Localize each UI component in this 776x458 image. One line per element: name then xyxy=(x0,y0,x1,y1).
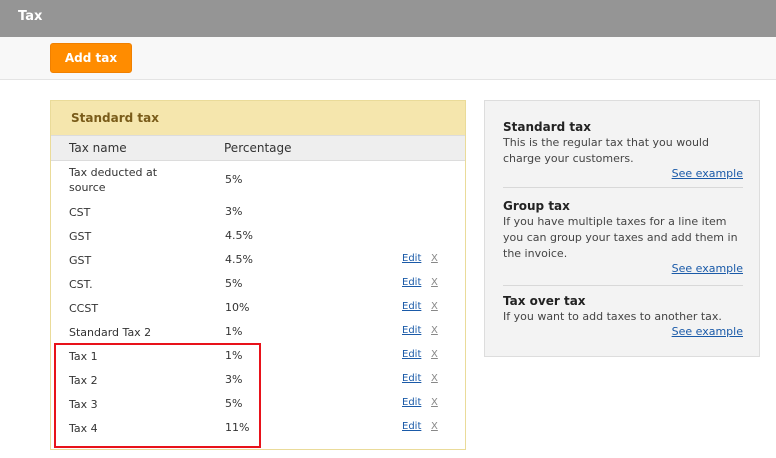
tax-name-cell: Tax 1 xyxy=(69,350,98,363)
tax-percentage-cell: 5% xyxy=(225,173,243,186)
tax-percentage-cell: 5% xyxy=(225,397,243,410)
standard-tax-panel: Standard tax Tax name Percentage Tax ded… xyxy=(50,100,466,450)
delete-tax-link[interactable]: X xyxy=(431,325,438,336)
see-example-link[interactable]: See example xyxy=(672,262,743,275)
tax-percentage-cell: 10% xyxy=(225,301,250,314)
info-block-title: Standard tax xyxy=(503,120,591,134)
page-title: Tax xyxy=(18,9,43,24)
tax-info-panel: Standard tax This is the regular tax tha… xyxy=(484,100,760,357)
divider xyxy=(503,285,743,286)
title-bar: Tax xyxy=(0,0,776,37)
delete-tax-link[interactable]: X xyxy=(431,253,438,264)
delete-tax-link[interactable]: X xyxy=(431,397,438,408)
edit-tax-link[interactable]: Edit xyxy=(402,373,421,384)
tax-percentage-cell: 1% xyxy=(225,325,243,338)
edit-tax-link[interactable]: Edit xyxy=(402,349,421,360)
info-block-title: Tax over tax xyxy=(503,294,586,308)
tax-name-cell: GST xyxy=(69,254,92,267)
toolbar: Add tax xyxy=(0,37,776,80)
tax-percentage-cell: 5% xyxy=(225,277,243,290)
delete-tax-link[interactable]: X xyxy=(431,277,438,288)
info-block-group-tax: Group tax If you have multiple taxes for… xyxy=(503,199,743,275)
edit-tax-link[interactable]: Edit xyxy=(402,325,421,336)
info-block-description: If you want to add taxes to another tax. xyxy=(503,310,722,323)
tax-percentage-cell: 3% xyxy=(225,373,243,386)
tax-name-cell: Tax 3 xyxy=(69,398,98,411)
see-example-link[interactable]: See example xyxy=(672,167,743,180)
tax-name-cell: CST xyxy=(69,206,91,219)
tax-name-cell: GST xyxy=(69,230,92,243)
info-block-description: If you have multiple taxes for a line it… xyxy=(503,215,738,260)
tax-percentage-cell: 4.5% xyxy=(225,253,253,266)
column-header-percentage: Percentage xyxy=(224,141,292,155)
add-tax-button[interactable]: Add tax xyxy=(50,43,132,73)
tax-percentage-cell: 1% xyxy=(225,349,243,362)
divider xyxy=(503,187,743,188)
delete-tax-link[interactable]: X xyxy=(431,373,438,384)
tax-name-cell: Tax deducted at source xyxy=(69,166,158,194)
tax-name-cell: CCST xyxy=(69,302,99,315)
info-block-title: Group tax xyxy=(503,199,570,213)
tax-name-cell: CST. xyxy=(69,278,93,291)
info-block-tax-over-tax: Tax over tax If you want to add taxes to… xyxy=(503,294,743,338)
info-block-standard-tax: Standard tax This is the regular tax tha… xyxy=(503,120,743,180)
table-row: Tax deducted at source 5% xyxy=(51,165,465,197)
edit-tax-link[interactable]: Edit xyxy=(402,253,421,264)
delete-tax-link[interactable]: X xyxy=(431,301,438,312)
see-example-link[interactable]: See example xyxy=(672,325,743,338)
delete-tax-link[interactable]: X xyxy=(431,421,438,432)
edit-tax-link[interactable]: Edit xyxy=(402,301,421,312)
column-header-tax-name: Tax name xyxy=(69,141,127,155)
standard-tax-panel-title: Standard tax xyxy=(71,111,159,125)
tax-name-cell: Tax 4 xyxy=(69,422,98,435)
tax-percentage-cell: 4.5% xyxy=(225,229,253,242)
tax-name-cell: Standard Tax 2 xyxy=(69,326,152,339)
delete-tax-link[interactable]: X xyxy=(431,349,438,360)
tax-percentage-cell: 11% xyxy=(225,421,250,434)
tax-table-header: Tax name Percentage xyxy=(51,135,465,161)
standard-tax-panel-header: Standard tax xyxy=(51,101,465,135)
edit-tax-link[interactable]: Edit xyxy=(402,421,421,432)
tax-name-cell: Tax 2 xyxy=(69,374,98,387)
tax-percentage-cell: 3% xyxy=(225,205,243,218)
edit-tax-link[interactable]: Edit xyxy=(402,397,421,408)
edit-tax-link[interactable]: Edit xyxy=(402,277,421,288)
info-block-description: This is the regular tax that you would c… xyxy=(503,136,709,165)
